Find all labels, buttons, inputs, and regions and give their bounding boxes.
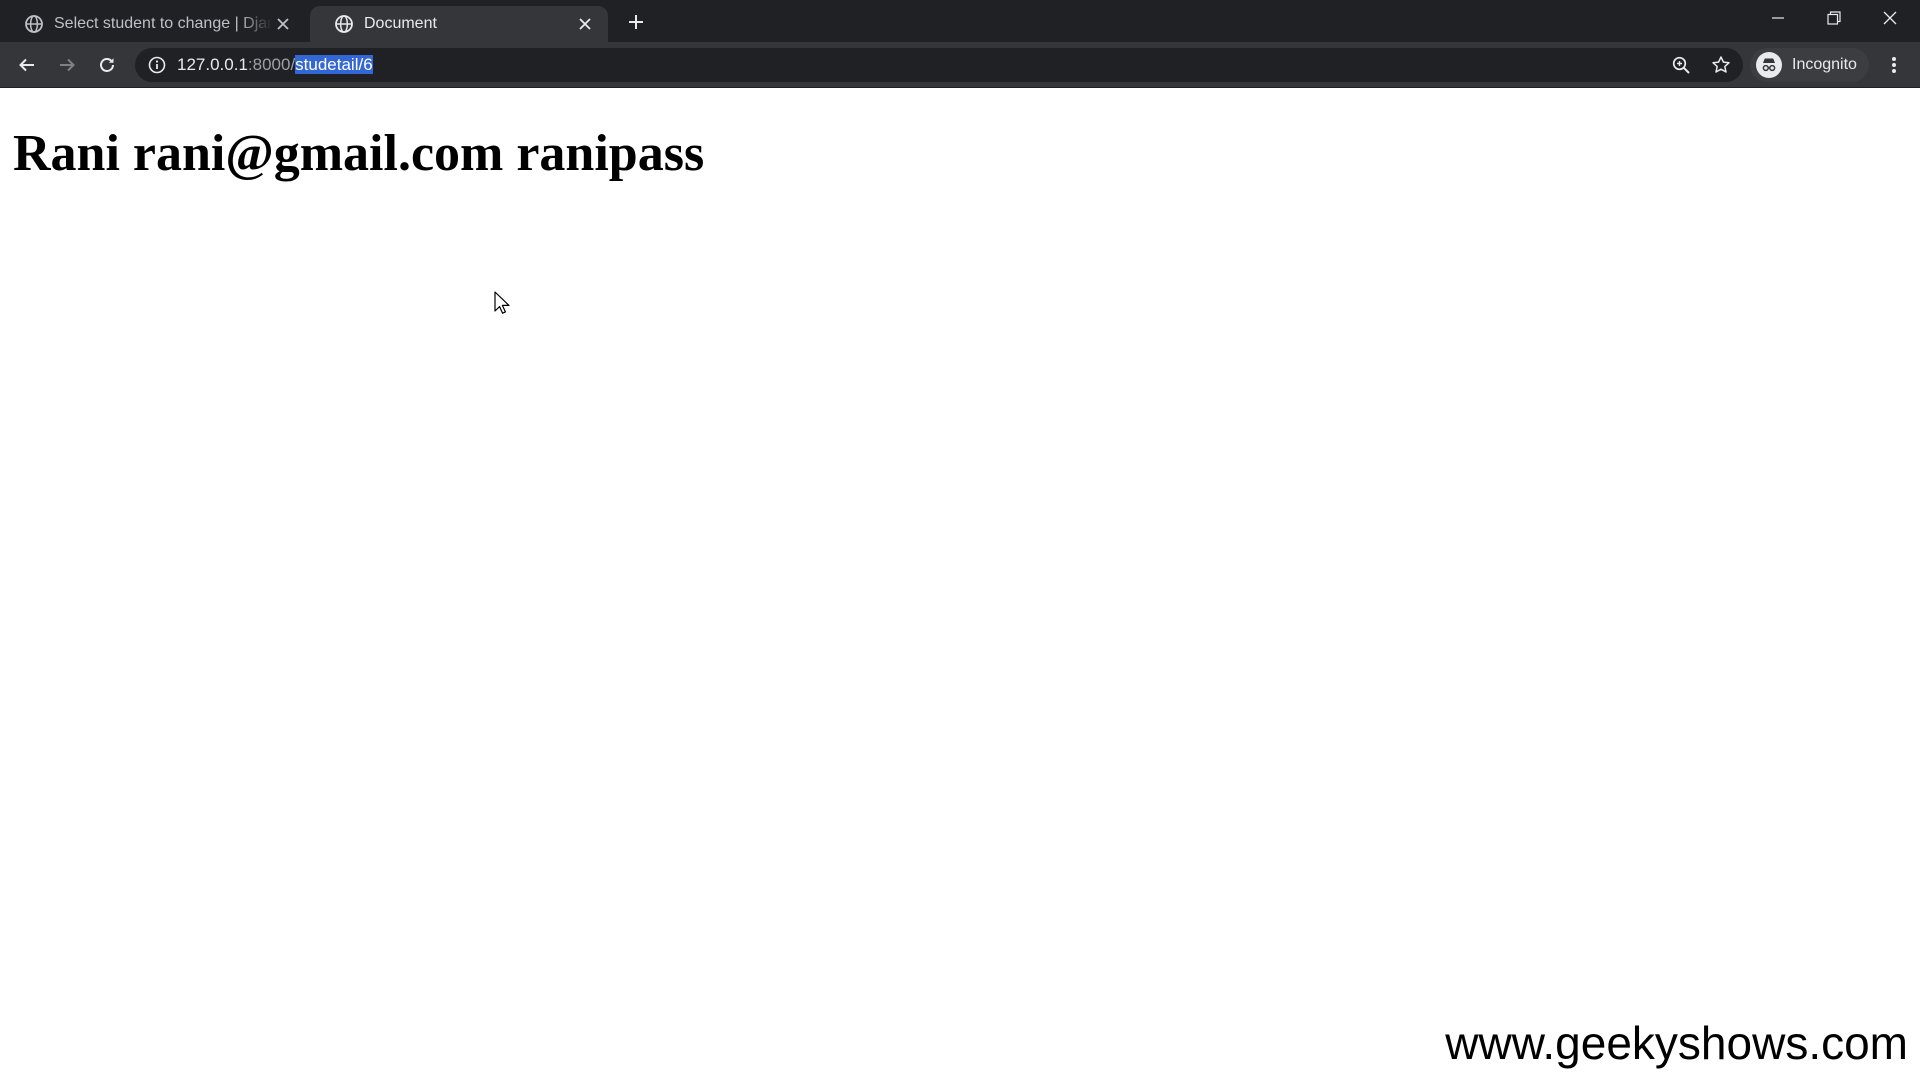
- minimize-button[interactable]: [1750, 0, 1806, 36]
- url-port: :8000/: [247, 55, 296, 74]
- plus-icon: [629, 15, 643, 29]
- kebab-menu-button[interactable]: [1878, 49, 1910, 81]
- watermark: www.geekyshows.com: [1445, 1017, 1908, 1069]
- incognito-icon: [1756, 52, 1782, 78]
- tab-document[interactable]: Document: [310, 6, 608, 42]
- tab-django-admin[interactable]: Select student to change | Django site a…: [0, 6, 306, 42]
- tab-title: Document: [364, 15, 437, 32]
- close-icon: [1883, 11, 1897, 25]
- tab-strip: Select student to change | Django site a…: [0, 0, 1920, 42]
- url-text[interactable]: 127.0.0.1:8000/studetail/6: [177, 48, 373, 82]
- forward-button[interactable]: [51, 49, 83, 81]
- reload-button[interactable]: [91, 49, 123, 81]
- browser-toolbar: 127.0.0.1:8000/studetail/6 Incognito: [0, 42, 1920, 88]
- profile-label: Incognito: [1792, 56, 1857, 73]
- browser-window: Select student to change | Django site a…: [0, 0, 1920, 1080]
- page-content: Rani rani@gmail.com ranipass www.geekysh…: [0, 88, 1920, 1080]
- arrow-right-icon: [60, 58, 75, 72]
- url-host: 127.0.0.1: [177, 55, 248, 74]
- tab-close-icon[interactable]: [574, 13, 596, 35]
- address-bar[interactable]: 127.0.0.1:8000/studetail/6: [135, 48, 1743, 82]
- tab-close-icon[interactable]: [272, 13, 294, 35]
- info-icon[interactable]: [147, 55, 167, 75]
- tab-title: Select student to change | Django site a…: [54, 15, 272, 32]
- zoom-icon[interactable]: [1671, 55, 1691, 75]
- minimize-icon: [1772, 17, 1784, 19]
- kebab-menu-icon: [1892, 57, 1896, 73]
- new-tab-button[interactable]: [622, 8, 650, 36]
- globe-icon: [334, 14, 354, 34]
- restore-icon: [1827, 11, 1841, 25]
- mouse-cursor-icon: [494, 291, 510, 314]
- globe-icon: [24, 14, 44, 34]
- restore-button[interactable]: [1806, 0, 1862, 36]
- arrow-left-icon: [19, 58, 34, 72]
- incognito-profile-button[interactable]: Incognito: [1750, 48, 1869, 82]
- back-button[interactable]: [11, 49, 43, 81]
- reload-icon: [100, 58, 114, 72]
- url-path-selected: studetail/6: [295, 55, 373, 74]
- star-icon[interactable]: [1711, 55, 1731, 75]
- page-heading: Rani rani@gmail.com ranipass: [13, 125, 705, 182]
- close-window-button[interactable]: [1862, 0, 1918, 36]
